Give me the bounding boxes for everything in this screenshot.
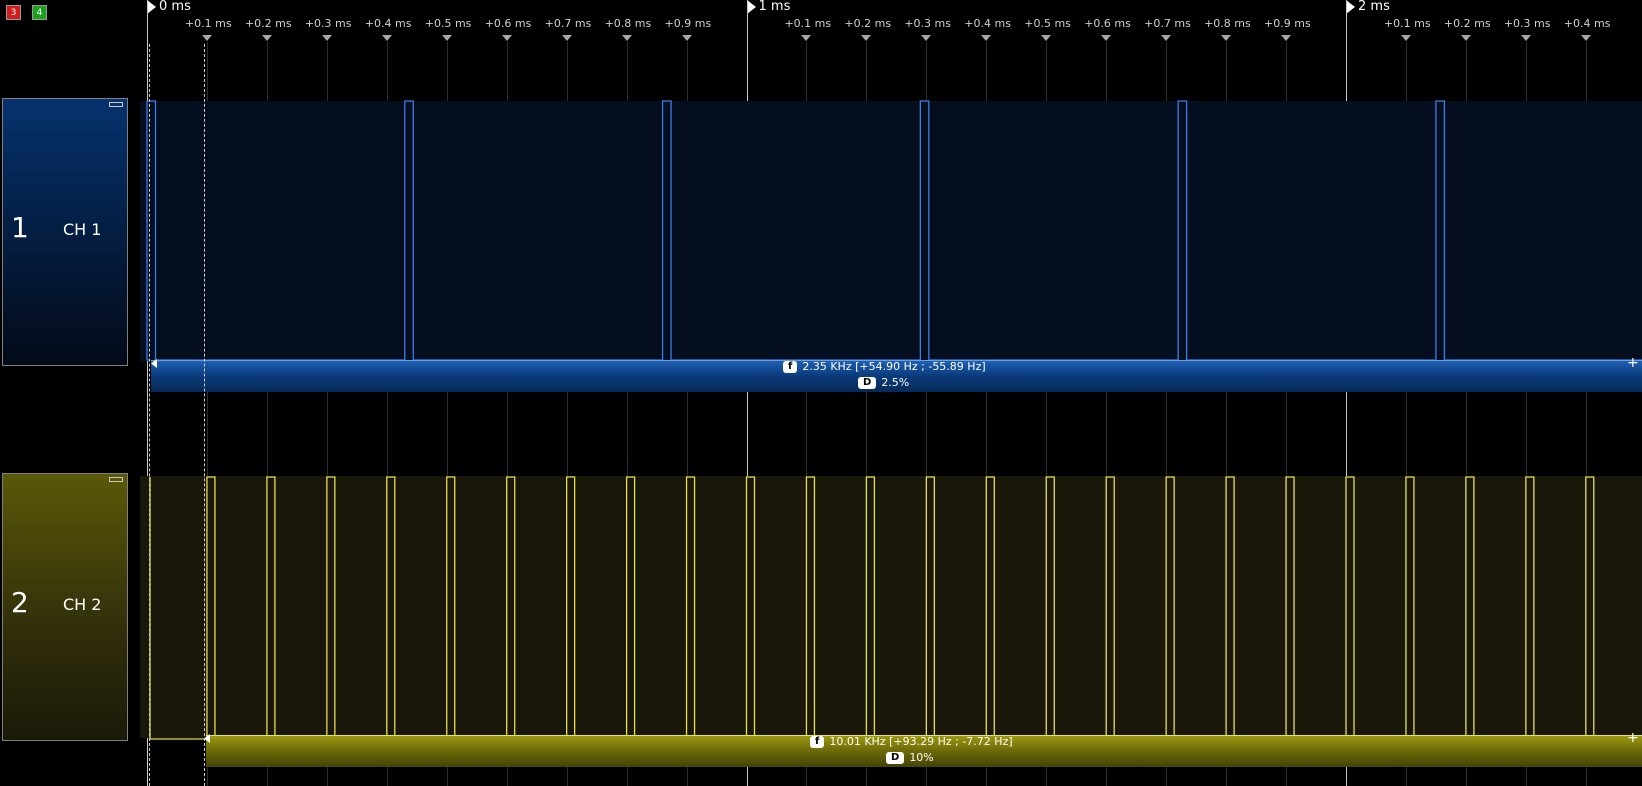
ch2-frequency-readout: f 10.01 KHz [+93.29 Hz ; -7.72 Hz] [810, 735, 1013, 748]
ch1-duty-icon: D [858, 376, 877, 389]
ch1-settings-button[interactable] [109, 102, 123, 107]
ch2-settings-button[interactable] [109, 477, 123, 482]
ch2-number: 2 [11, 586, 29, 619]
ch2-signal-trace [150, 476, 1642, 740]
ch2-duty-readout: D 10% [886, 751, 934, 764]
ch2-duty-icon: D [886, 751, 905, 764]
ch1-panel[interactable]: 1 CH 1 [2, 98, 128, 366]
ch1-number: 1 [11, 211, 29, 244]
ch2-waveform [149, 476, 1642, 740]
ch1-duty-readout: D 2.5% [858, 376, 909, 389]
ch1-cursor-marker-icon [151, 359, 157, 368]
ch1-frequency-readout: f 2.35 KHz [+54.90 Hz ; -55.89 Hz] [783, 360, 986, 373]
ch1-add-measurement-icon[interactable]: + [1627, 356, 1639, 370]
ch2-panel[interactable]: 2 CH 2 [2, 473, 128, 741]
cursor-b-line[interactable] [204, 44, 205, 786]
ch1-frequency-value: 2.35 KHz [+54.90 Hz ; -55.89 Hz] [802, 360, 986, 373]
logic-analyzer-window: 3 4 0 ms +0.1 ms +0.2 ms +0.3 ms +0.4 ms +0.5… [0, 0, 1642, 786]
ch2-name: CH 2 [63, 595, 102, 614]
ch1-duty-value: 2.5% [881, 376, 910, 389]
ch2-add-measurement-icon[interactable]: + [1627, 731, 1639, 745]
cursor-a-line[interactable] [149, 44, 150, 786]
ch2-frequency-value: 10.01 KHz [+93.29 Hz ; -7.72 Hz] [829, 735, 1013, 748]
ch2-duty-value: 10% [909, 751, 934, 764]
ch2-frequency-icon: f [810, 735, 825, 748]
ch1-frequency-icon: f [783, 360, 798, 373]
ch1-name: CH 1 [63, 220, 102, 239]
